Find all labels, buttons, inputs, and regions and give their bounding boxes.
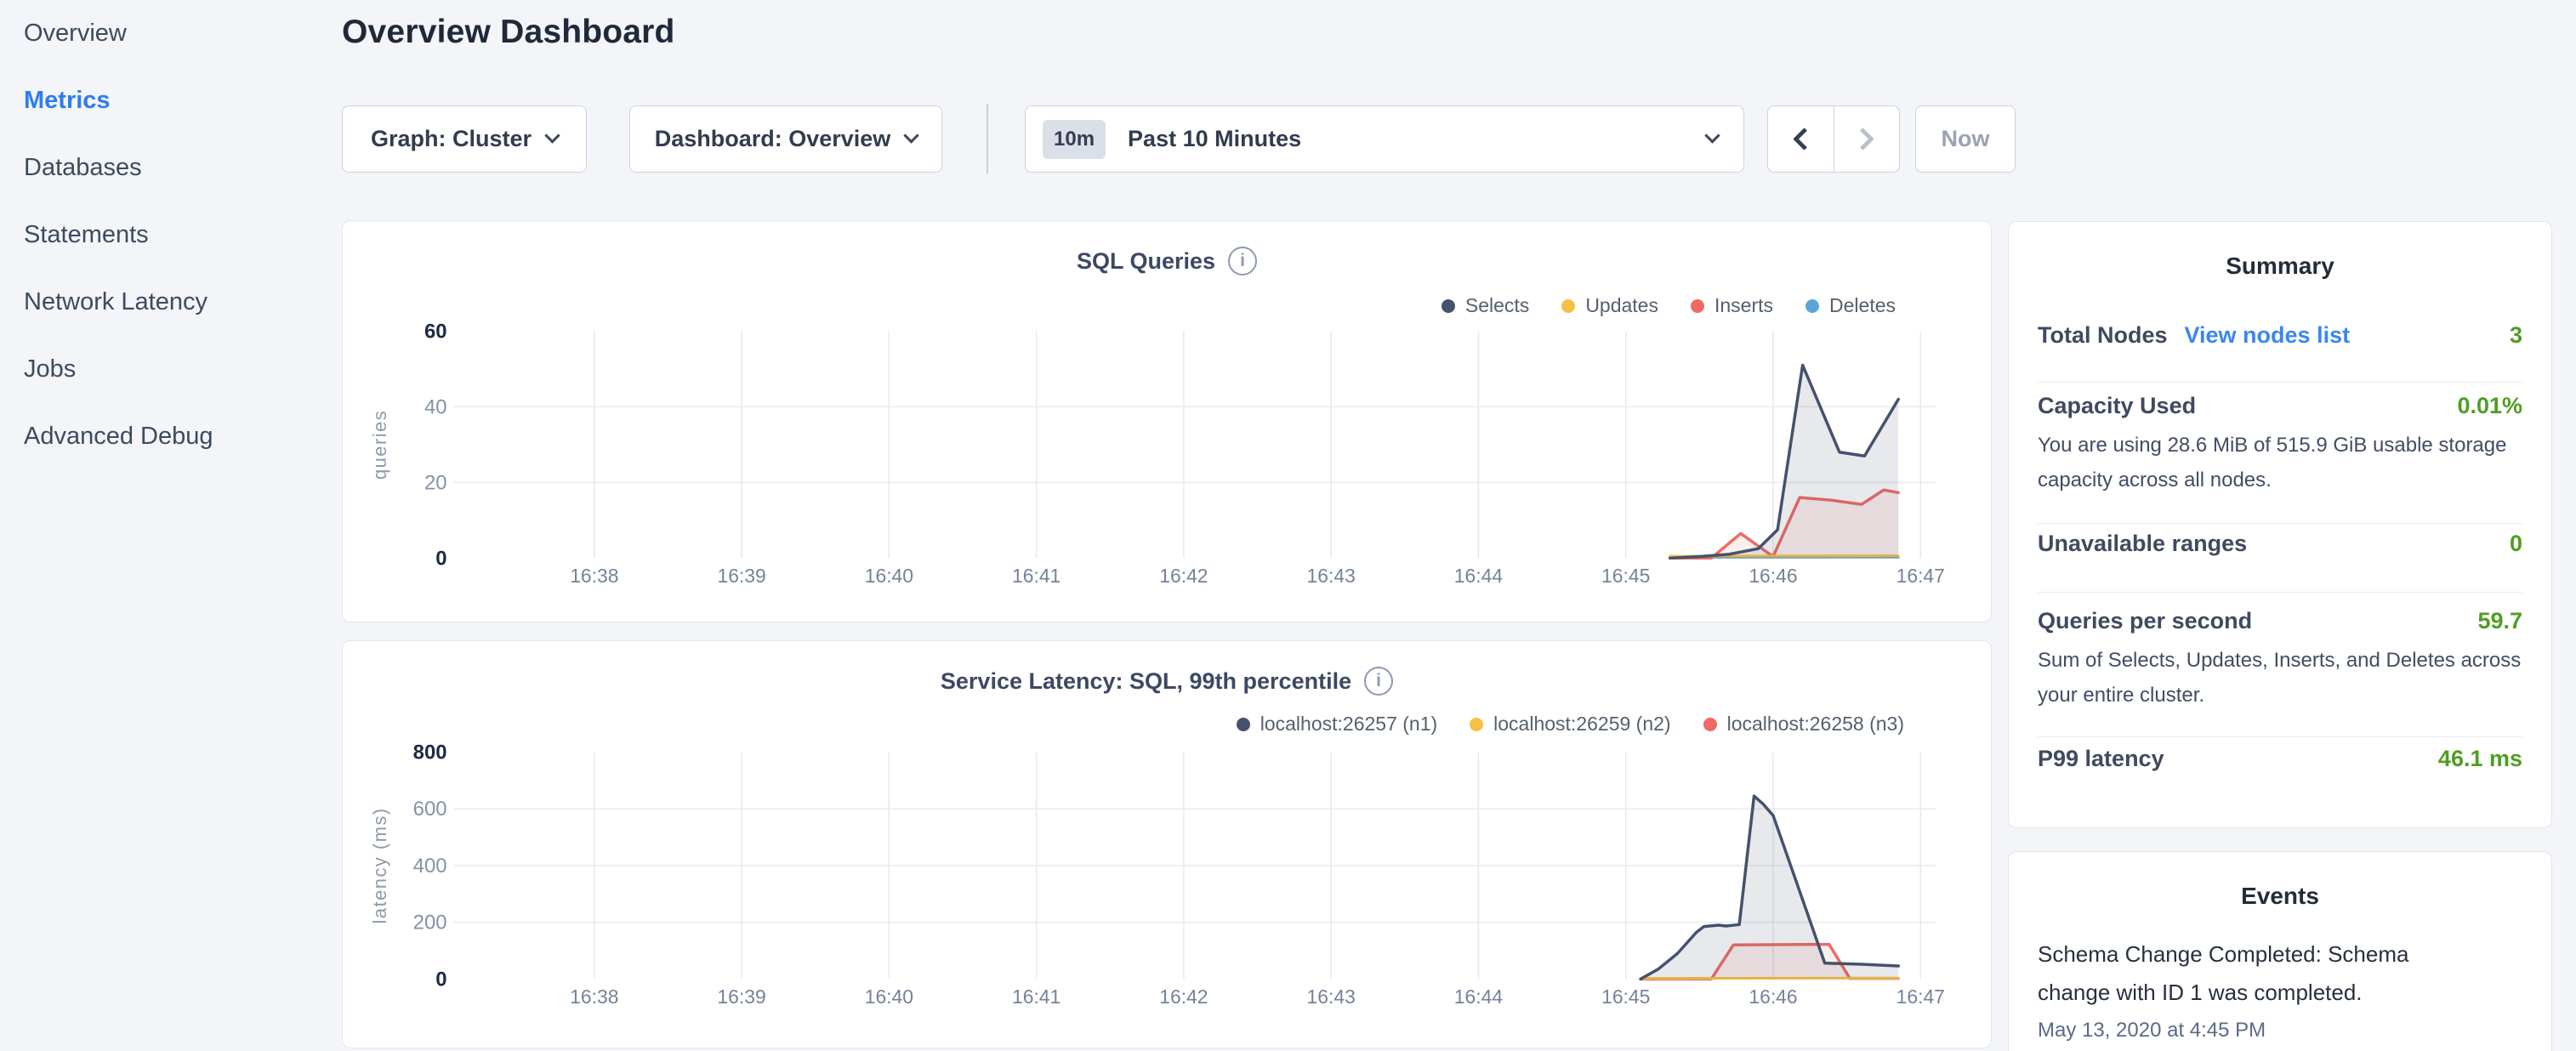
divider — [2038, 382, 2522, 383]
svg-text:16:39: 16:39 — [717, 986, 765, 1008]
p99-latency-value: 46.1 ms — [2438, 746, 2522, 772]
sidebar-item-jobs[interactable]: Jobs — [24, 336, 330, 403]
time-range-label: Past 10 Minutes — [1128, 126, 1301, 152]
qps-label: Queries per second — [2038, 608, 2252, 634]
chevron-right-icon — [1851, 128, 1874, 151]
event-timestamp: May 13, 2020 at 4:45 PM — [2038, 1019, 2266, 1042]
svg-text:400: 400 — [413, 855, 447, 878]
time-step-buttons — [1767, 105, 1900, 173]
sql-queries-chart[interactable]: 16:38 16:39 16:40 16:41 16:42 16:43 16:44 16:45… — [343, 221, 1991, 622]
dashboard-label: Dashboard: Overview — [655, 126, 891, 152]
svg-text:16:44: 16:44 — [1454, 565, 1504, 587]
sidebar-item-metrics[interactable]: Metrics — [24, 67, 330, 134]
svg-text:16:40: 16:40 — [865, 565, 913, 587]
time-range-dropdown[interactable]: 10m Past 10 Minutes — [1025, 105, 1744, 173]
divider — [2038, 736, 2522, 737]
total-nodes-label: Total Nodes — [2038, 322, 2168, 349]
svg-text:16:44: 16:44 — [1454, 986, 1504, 1008]
service-latency-chart-card: Service Latency: SQL, 99th percentile i … — [342, 640, 1992, 1048]
svg-text:16:41: 16:41 — [1012, 565, 1061, 587]
svg-text:16:43: 16:43 — [1307, 986, 1356, 1008]
event-message[interactable]: Schema Change Completed: Schema change w… — [2038, 935, 2429, 1012]
svg-text:16:47: 16:47 — [1896, 565, 1945, 587]
qps-value: 59.7 — [2477, 608, 2522, 634]
svg-text:16:39: 16:39 — [717, 565, 765, 587]
unavailable-ranges-value: 0 — [2510, 531, 2522, 557]
graph-scope-label: Graph: Cluster — [371, 126, 532, 152]
unavailable-ranges-label: Unavailable ranges — [2038, 531, 2247, 557]
now-button[interactable]: Now — [1915, 105, 2016, 173]
chevron-down-icon — [904, 128, 919, 143]
time-range-badge: 10m — [1043, 120, 1106, 159]
svg-text:16:41: 16:41 — [1012, 986, 1061, 1008]
graph-scope-dropdown[interactable]: Graph: Cluster — [342, 105, 587, 173]
total-nodes-value: 3 — [2510, 322, 2522, 349]
page-title: Overview Dashboard — [342, 14, 675, 51]
events-panel: Events Schema Change Completed: Schema c… — [2008, 851, 2552, 1051]
svg-text:queries: queries — [369, 410, 390, 480]
dashboard-dropdown[interactable]: Dashboard: Overview — [629, 105, 942, 173]
svg-text:0: 0 — [435, 547, 446, 570]
svg-text:16:45: 16:45 — [1601, 986, 1650, 1008]
svg-text:16:38: 16:38 — [570, 986, 618, 1008]
svg-text:16:43: 16:43 — [1307, 565, 1356, 587]
sql-queries-chart-card: SQL Queries i SelectsUpdatesInsertsDelet… — [342, 220, 1992, 622]
sidebar: Overview Metrics Databases Statements Ne… — [24, 0, 330, 470]
p99-latency-label: P99 latency — [2038, 746, 2164, 772]
divider — [2038, 592, 2522, 593]
svg-text:16:42: 16:42 — [1159, 565, 1208, 587]
svg-text:16:46: 16:46 — [1749, 986, 1797, 1008]
total-nodes-row: Total Nodes View nodes list 3 — [2038, 322, 2522, 360]
chevron-down-icon — [1704, 128, 1720, 143]
capacity-row: Capacity Used 0.01% — [2038, 393, 2522, 430]
capacity-value: 0.01% — [2457, 393, 2522, 419]
svg-text:16:42: 16:42 — [1159, 986, 1208, 1008]
chevron-down-icon — [544, 128, 560, 143]
svg-text:60: 60 — [424, 320, 447, 343]
admin-console-page: Overview Metrics Databases Statements Ne… — [0, 0, 2576, 1051]
qps-description: Sum of Selects, Updates, Inserts, and De… — [2038, 643, 2524, 713]
svg-text:600: 600 — [413, 798, 447, 821]
sidebar-item-network-latency[interactable]: Network Latency — [24, 269, 330, 336]
unavailable-ranges-row: Unavailable ranges 0 — [2038, 531, 2522, 568]
toolbar-divider — [987, 104, 988, 173]
svg-text:latency (ms): latency (ms) — [369, 807, 390, 923]
divider — [2038, 523, 2522, 524]
events-title: Events — [2009, 883, 2551, 910]
svg-text:16:40: 16:40 — [865, 986, 913, 1008]
svg-text:200: 200 — [413, 912, 447, 935]
svg-text:16:38: 16:38 — [570, 565, 618, 587]
qps-row: Queries per second 59.7 — [2038, 608, 2522, 645]
svg-text:20: 20 — [424, 471, 447, 494]
chevron-left-icon — [1793, 128, 1816, 151]
time-step-forward-button[interactable] — [1834, 106, 1900, 172]
view-nodes-list-link[interactable]: View nodes list — [2185, 322, 2351, 349]
svg-text:0: 0 — [435, 968, 446, 991]
sidebar-item-statements[interactable]: Statements — [24, 202, 330, 269]
sidebar-item-advanced-debug[interactable]: Advanced Debug — [24, 403, 330, 470]
service-latency-chart[interactable]: 16:38 16:39 16:40 16:41 16:42 16:43 16:44 16:45… — [343, 641, 1991, 1048]
svg-text:16:45: 16:45 — [1601, 565, 1650, 587]
svg-text:800: 800 — [413, 741, 447, 764]
summary-title: Summary — [2009, 253, 2551, 280]
time-step-back-button[interactable] — [1768, 106, 1834, 172]
sidebar-item-databases[interactable]: Databases — [24, 134, 330, 202]
capacity-description: You are using 28.6 MiB of 515.9 GiB usab… — [2038, 428, 2514, 497]
svg-text:40: 40 — [424, 395, 447, 418]
capacity-label: Capacity Used — [2038, 393, 2196, 419]
summary-panel: Summary Total Nodes View nodes list 3 Ca… — [2008, 221, 2552, 828]
svg-text:16:47: 16:47 — [1896, 986, 1945, 1008]
sidebar-item-overview[interactable]: Overview — [24, 0, 330, 67]
svg-text:16:46: 16:46 — [1749, 565, 1797, 587]
p99-latency-row: P99 latency 46.1 ms — [2038, 746, 2522, 783]
